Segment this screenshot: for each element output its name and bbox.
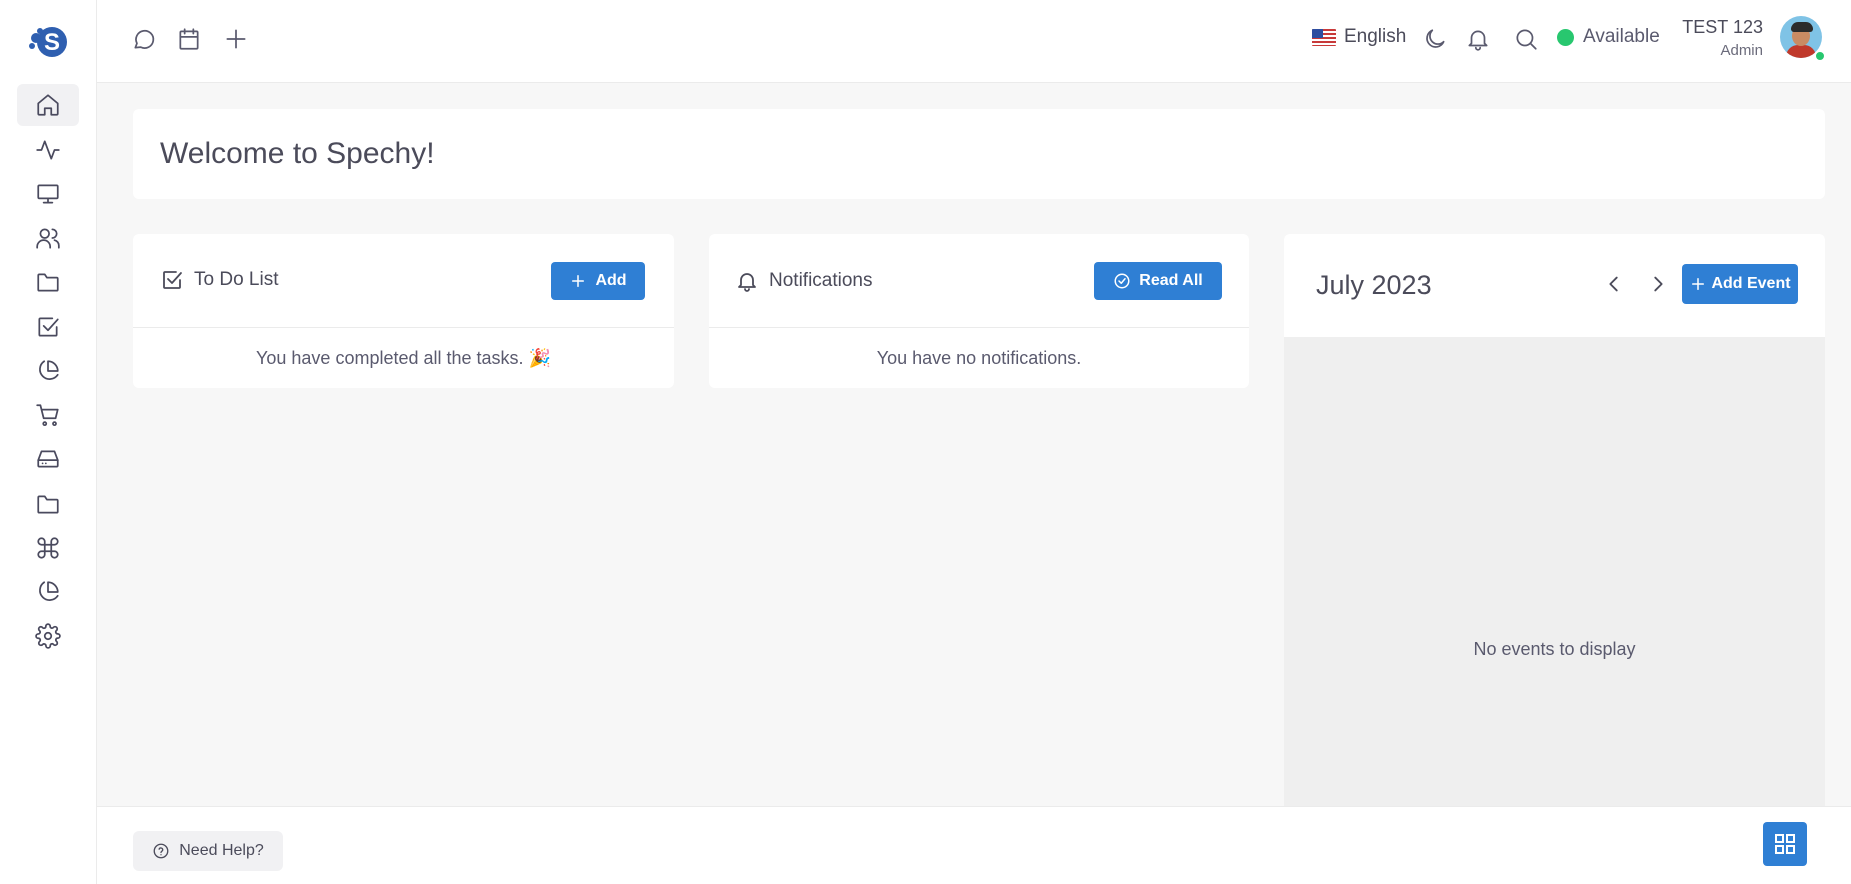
- calendar-empty-message: No events to display: [1473, 639, 1636, 659]
- notifications-button[interactable]: [1464, 25, 1492, 53]
- checkbox-icon: [38, 317, 59, 337]
- status-dot: [1557, 28, 1574, 46]
- sidebar-item-files[interactable]: [17, 483, 79, 525]
- divider: [709, 327, 1249, 328]
- add-todo-button[interactable]: Add: [551, 262, 645, 300]
- monitor-icon: [37, 184, 59, 204]
- bell-icon: [1468, 30, 1488, 51]
- calendar-next-button[interactable]: [1645, 271, 1671, 297]
- read-all-button[interactable]: Read All: [1094, 262, 1222, 300]
- todo-title-label: To Do List: [194, 269, 279, 290]
- status-label: Available: [1583, 26, 1660, 47]
- todo-card: To Do List Add You have completed all th…: [133, 234, 674, 388]
- add-button[interactable]: [222, 25, 250, 53]
- calendar-icon: [179, 28, 199, 50]
- sidebar-item-reports[interactable]: [17, 350, 79, 392]
- user-name: TEST 123: [1682, 17, 1763, 37]
- users-icon: [36, 228, 60, 249]
- need-help-label: Need Help?: [179, 842, 264, 859]
- page-title: Welcome to Spechy!: [160, 137, 435, 170]
- pie-chart-icon: [39, 360, 59, 380]
- avatar-status-dot: [1814, 50, 1826, 62]
- divider: [133, 327, 674, 328]
- calendar-month: July 2023: [1316, 270, 1432, 300]
- search-button[interactable]: [1512, 25, 1540, 53]
- sidebar-item-folder[interactable]: [17, 261, 79, 303]
- sidebar-item-home[interactable]: [17, 84, 79, 126]
- need-help-button[interactable]: Need Help?: [133, 831, 283, 871]
- user-role: Admin: [1720, 42, 1763, 59]
- grid-icon: [1775, 834, 1795, 854]
- welcome-card: Welcome to Spechy!: [133, 109, 1825, 199]
- calendar-body: No events to display: [1284, 337, 1825, 806]
- sidebar-item-storage[interactable]: [17, 438, 79, 480]
- notifications-title-label: Notifications: [769, 270, 873, 291]
- add-event-label: Add Event: [1711, 275, 1791, 292]
- plus-icon: [1692, 278, 1705, 290]
- sidebar-item-activity[interactable]: [17, 129, 79, 171]
- check-circle-icon: [1114, 273, 1130, 289]
- activity-icon: [36, 140, 60, 160]
- notifications-empty-message: You have no notifications.: [876, 348, 1082, 368]
- help-circle-icon: [153, 843, 169, 859]
- language-selector[interactable]: English: [1312, 26, 1406, 48]
- sidebar-item-tasks[interactable]: [17, 306, 79, 348]
- read-all-label: Read All: [1139, 272, 1203, 289]
- todo-empty-message: You have completed all the tasks. 🎉: [256, 348, 551, 368]
- chevron-left-icon: [1609, 276, 1618, 292]
- sidebar-item-monitor[interactable]: [17, 173, 79, 215]
- command-icon: [37, 537, 59, 559]
- us-flag-icon: [1312, 28, 1336, 46]
- folder-icon: [37, 273, 59, 292]
- moon-icon: [1426, 29, 1445, 48]
- sidebar: S: [0, 0, 97, 884]
- sidebar-item-shortcuts[interactable]: [17, 527, 79, 569]
- checkbox-icon: [163, 271, 182, 289]
- apps-grid-button[interactable]: [1763, 822, 1807, 866]
- pie-chart-icon: [39, 581, 59, 601]
- dark-mode-toggle[interactable]: [1421, 25, 1449, 53]
- cart-icon: [36, 404, 59, 427]
- folder-icon: [37, 495, 59, 514]
- bell-icon: [738, 273, 756, 292]
- todo-title: To Do List: [160, 268, 278, 292]
- hard-drive-icon: [37, 450, 59, 468]
- plus-icon: [226, 29, 246, 49]
- calendar-prev-button[interactable]: [1601, 271, 1627, 297]
- settings-icon: [35, 623, 61, 649]
- svg-text:S: S: [44, 29, 60, 56]
- sidebar-item-cart[interactable]: [17, 394, 79, 436]
- top-header: English Available TEST 123 Admin: [97, 0, 1851, 83]
- plus-icon: [572, 275, 585, 287]
- chat-icon: [134, 29, 155, 49]
- notifications-card: Notifications Read All You have no notif…: [709, 234, 1249, 388]
- notifications-title: Notifications: [735, 269, 873, 293]
- calendar-card: July 2023 Add Event No events to display: [1284, 234, 1825, 806]
- footer: Need Help?: [97, 806, 1851, 884]
- home-icon: [37, 94, 59, 116]
- chevron-right-icon: [1654, 276, 1663, 292]
- spechy-logo[interactable]: S: [26, 22, 74, 62]
- availability-status[interactable]: Available: [1557, 26, 1660, 48]
- sidebar-item-users[interactable]: [17, 217, 79, 259]
- language-label: English: [1344, 26, 1407, 47]
- search-icon: [1516, 29, 1537, 50]
- calendar-button[interactable]: [175, 25, 203, 53]
- sidebar-item-settings[interactable]: [17, 615, 79, 657]
- sidebar-item-analytics[interactable]: [17, 571, 79, 613]
- add-event-button[interactable]: Add Event: [1682, 264, 1798, 304]
- chat-button[interactable]: [130, 25, 158, 53]
- add-todo-label: Add: [595, 272, 627, 289]
